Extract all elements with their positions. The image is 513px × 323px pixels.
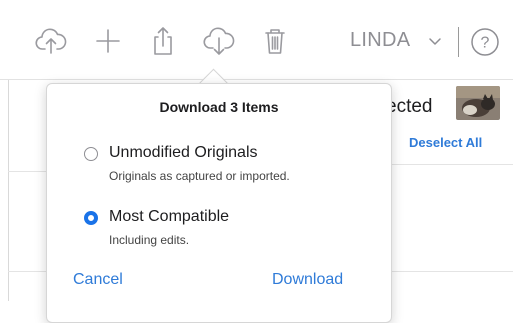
download-icon[interactable] [202,24,236,58]
row-divider [392,271,513,272]
help-icon[interactable]: ? [469,26,501,58]
option-description: Including edits. [109,233,190,247]
selected-photo-thumbnail[interactable] [456,86,500,120]
toolbar: LINDA ? [0,0,513,80]
toolbar-divider [458,27,459,57]
add-icon[interactable] [91,24,125,58]
row-divider [8,271,48,272]
row-divider [8,171,48,172]
option-label: Most Compatible [109,208,230,225]
deselect-all-link[interactable]: Deselect All [409,135,482,150]
chevron-down-icon[interactable] [428,35,442,47]
cancel-button[interactable]: Cancel [73,271,123,289]
option-label: Unmodified Originals [109,144,258,161]
radio-unmodified-originals[interactable] [84,147,98,161]
row-divider [392,164,513,165]
download-button[interactable]: Download [272,271,343,289]
content-left-border [8,80,9,301]
account-menu[interactable]: LINDA [350,29,410,55]
radio-most-compatible[interactable] [84,211,98,225]
help-glyph: ? [481,35,490,52]
selection-status: ected [386,96,433,117]
share-icon[interactable] [146,24,180,58]
option-description: Originals as captured or imported. [109,169,290,183]
popover-title: Download 3 Items [159,99,279,115]
trash-icon[interactable] [258,24,292,58]
download-popover: Download 3 Items Unmodified Originals Or… [46,83,392,323]
upload-icon[interactable] [34,24,68,58]
